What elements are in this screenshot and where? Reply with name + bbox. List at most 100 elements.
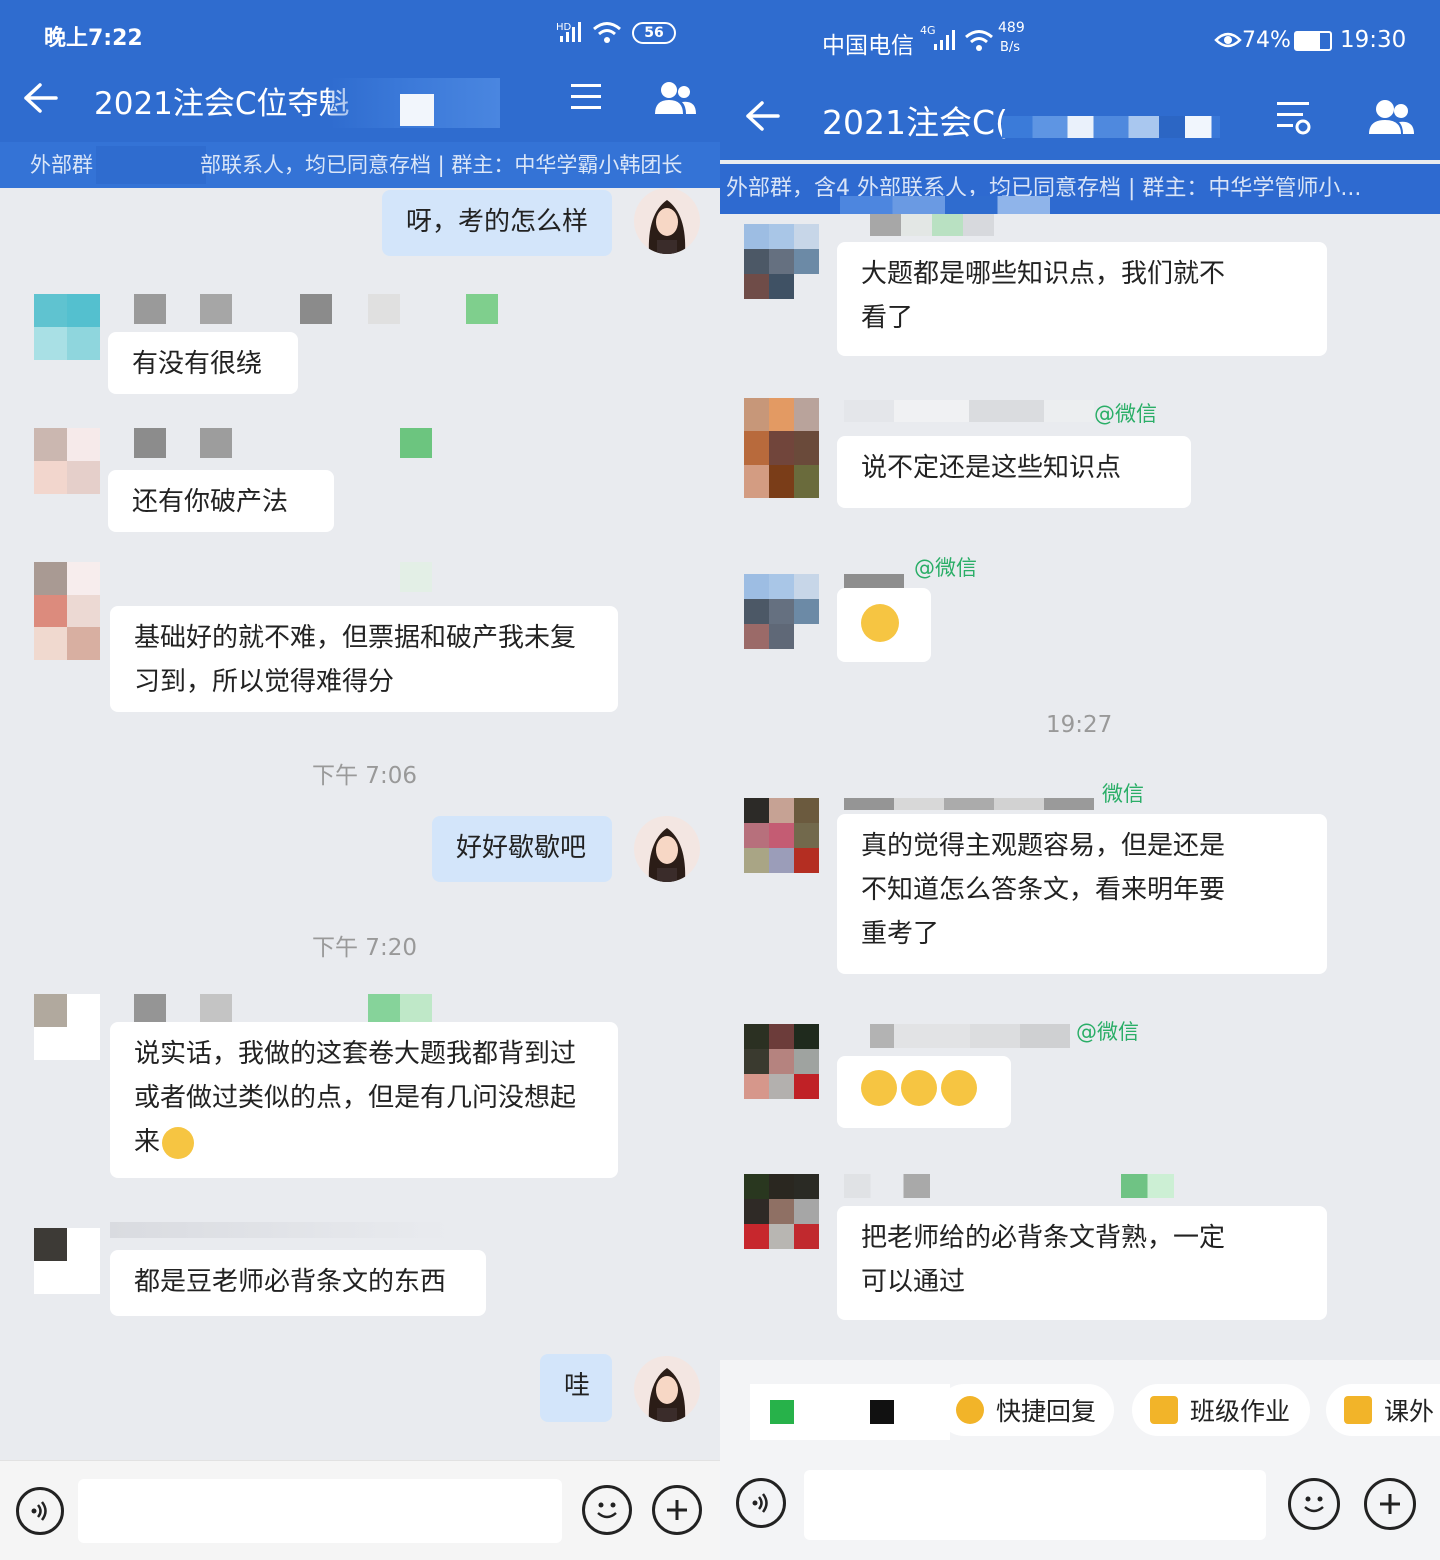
crying-emoji-icon: [941, 1070, 977, 1106]
sender-avatar[interactable]: [744, 224, 819, 299]
message-text-line: 或者做过类似的点，但是有几问没想起: [134, 1083, 577, 1113]
group-info-bar[interactable]: 外部群 部联系人，均已同意存档 | 群主：中华学霸小韩团长: [0, 142, 720, 188]
sender-name-redacted: [844, 400, 1094, 422]
sender-name-redacted: [200, 294, 232, 324]
status-bar: 晚上7:22 HD 56: [0, 0, 720, 68]
timestamp: 19:27: [1046, 712, 1113, 738]
message-text-line: 看了: [861, 303, 914, 333]
cartoon-avatar-icon: [648, 200, 686, 254]
chip-label: 课外: [1384, 1397, 1435, 1426]
voice-wave-icon: [31, 1501, 47, 1521]
message-bubble-received[interactable]: [837, 588, 931, 662]
sender-name-redacted: [368, 294, 400, 324]
chip-redacted-block: [870, 1400, 894, 1424]
voice-input-icon[interactable]: [736, 1478, 786, 1528]
net-speed: 489: [998, 20, 1025, 36]
sender-avatar[interactable]: [744, 398, 819, 498]
crying-emoji-icon: [861, 1070, 897, 1106]
sender-avatar[interactable]: [34, 1228, 100, 1294]
message-bubble-received[interactable]: 说不定还是这些知识点: [837, 436, 1191, 508]
sender-avatar[interactable]: [744, 1024, 819, 1099]
sender-avatar[interactable]: [34, 294, 100, 360]
members-icon[interactable]: [1366, 98, 1416, 136]
message-text: 还有你破产法: [132, 487, 289, 517]
back-arrow-icon[interactable]: [22, 82, 58, 114]
emoji-icon[interactable]: [1288, 1478, 1340, 1530]
chat-settings-list-icon[interactable]: [1276, 100, 1312, 136]
timestamp: 下午 7:06: [312, 763, 417, 789]
message-bubble-sent[interactable]: 哇: [540, 1354, 612, 1422]
sender-name-redacted: [200, 994, 232, 1024]
sender-name-redacted: [110, 1222, 450, 1238]
extracurricular-chip[interactable]: 课外: [1326, 1384, 1440, 1436]
message-text-line: 把老师给的必背条文背熟，一定: [861, 1223, 1226, 1253]
timestamp: 下午 7:20: [312, 935, 417, 961]
status-time: 晚上7:22: [44, 26, 143, 51]
message-bubble-sent[interactable]: 呀，考的怎么样: [382, 190, 612, 256]
message-input[interactable]: [78, 1479, 562, 1543]
chat-header: 2021注会C(: [720, 80, 1440, 160]
message-text-line: 习到，所以觉得难得分: [134, 667, 395, 697]
crying-emoji-icon: [901, 1070, 937, 1106]
title-redaction: [1002, 116, 1220, 138]
members-icon[interactable]: [652, 80, 698, 116]
signal-icon: [934, 30, 955, 50]
cartoon-avatar-icon: [648, 1368, 686, 1422]
message-bubble-received[interactable]: 还有你破产法: [108, 470, 334, 532]
sender-avatar[interactable]: [34, 994, 100, 1060]
external-group-label: 外部群: [30, 153, 93, 177]
message-bubble-received[interactable]: 说实话，我做的这套卷大题我都背到过 或者做过类似的点，但是有几问没想起 来: [110, 1022, 618, 1178]
message-bubble-received[interactable]: 基础好的就不难，但票据和破产我未复 习到，所以觉得难得分: [110, 606, 618, 712]
back-arrow-icon[interactable]: [744, 100, 780, 132]
group-info-bar[interactable]: 外部群，含4 外部联系人，均已同意存档 | 群主：中华学管师小...: [720, 164, 1440, 214]
net-speed-unit: B/s: [1000, 40, 1021, 55]
title-redaction-block: [400, 94, 434, 126]
plus-glyph-icon: [1380, 1494, 1400, 1514]
menu-icon[interactable]: [570, 82, 602, 112]
my-avatar[interactable]: [634, 1356, 700, 1422]
sender-avatar[interactable]: [744, 1174, 819, 1249]
message-text-line: 重考了: [861, 919, 940, 949]
plus-icon[interactable]: [652, 1485, 702, 1535]
sender-avatar[interactable]: [744, 798, 819, 873]
sender-name-redacted: [400, 428, 432, 458]
wechat-source-label: 微信: [1102, 782, 1144, 806]
message-bubble-received[interactable]: 真的觉得主观题容易，但是还是 不知道怎么答条文，看来明年要 重考了: [837, 814, 1327, 974]
sender-name-redacted: [300, 294, 332, 324]
sender-name-redacted: [870, 1024, 1070, 1048]
class-homework-chip[interactable]: 班级作业: [1132, 1384, 1310, 1436]
message-bubble-received[interactable]: 把老师给的必背条文背熟，一定 可以通过: [837, 1206, 1327, 1320]
sender-name-redacted: [134, 428, 166, 458]
message-text: 哇: [564, 1371, 591, 1401]
sender-avatar[interactable]: [34, 428, 100, 494]
my-avatar[interactable]: [634, 816, 700, 882]
message-bubble-received[interactable]: 有没有很绕: [108, 332, 298, 394]
emoji-icon[interactable]: [582, 1485, 632, 1535]
subbar-redaction: [96, 146, 206, 184]
voice-wave-icon: [752, 1493, 768, 1513]
chat-title: 2021注会C位夺魁: [94, 86, 350, 122]
wechat-source-label: @微信: [914, 556, 977, 580]
wechat-source-label: @微信: [1076, 1020, 1139, 1044]
message-text-line: 真的觉得主观题容易，但是还是: [861, 831, 1226, 861]
battery-icon: [1294, 31, 1332, 51]
status-time: 19:30: [1340, 27, 1407, 53]
quick-reply-chip[interactable]: 快捷回复: [938, 1384, 1114, 1436]
message-bubble-received[interactable]: 大题都是哪些知识点，我们就不 看了: [837, 242, 1327, 356]
message-text-line: 可以通过: [861, 1267, 966, 1297]
message-text: 说不定还是这些知识点: [861, 453, 1122, 483]
my-avatar[interactable]: [634, 188, 700, 254]
message-text: 好好歇歇吧: [456, 833, 587, 863]
voice-input-icon[interactable]: [16, 1487, 64, 1535]
message-text: 有没有很绕: [132, 349, 263, 379]
message-bubble-received[interactable]: [837, 1056, 1011, 1128]
sender-avatar[interactable]: [34, 562, 100, 660]
message-input[interactable]: [804, 1470, 1266, 1540]
calendar-check-icon: [1344, 1396, 1372, 1424]
message-bubble-sent[interactable]: 好好歇歇吧: [432, 816, 612, 882]
sender-avatar[interactable]: [744, 574, 819, 649]
plus-icon[interactable]: [1364, 1478, 1416, 1530]
message-bubble-received[interactable]: 都是豆老师必背条文的东西: [110, 1250, 486, 1316]
sender-name-redacted: [870, 214, 994, 236]
cartoon-avatar-icon: [648, 828, 686, 882]
